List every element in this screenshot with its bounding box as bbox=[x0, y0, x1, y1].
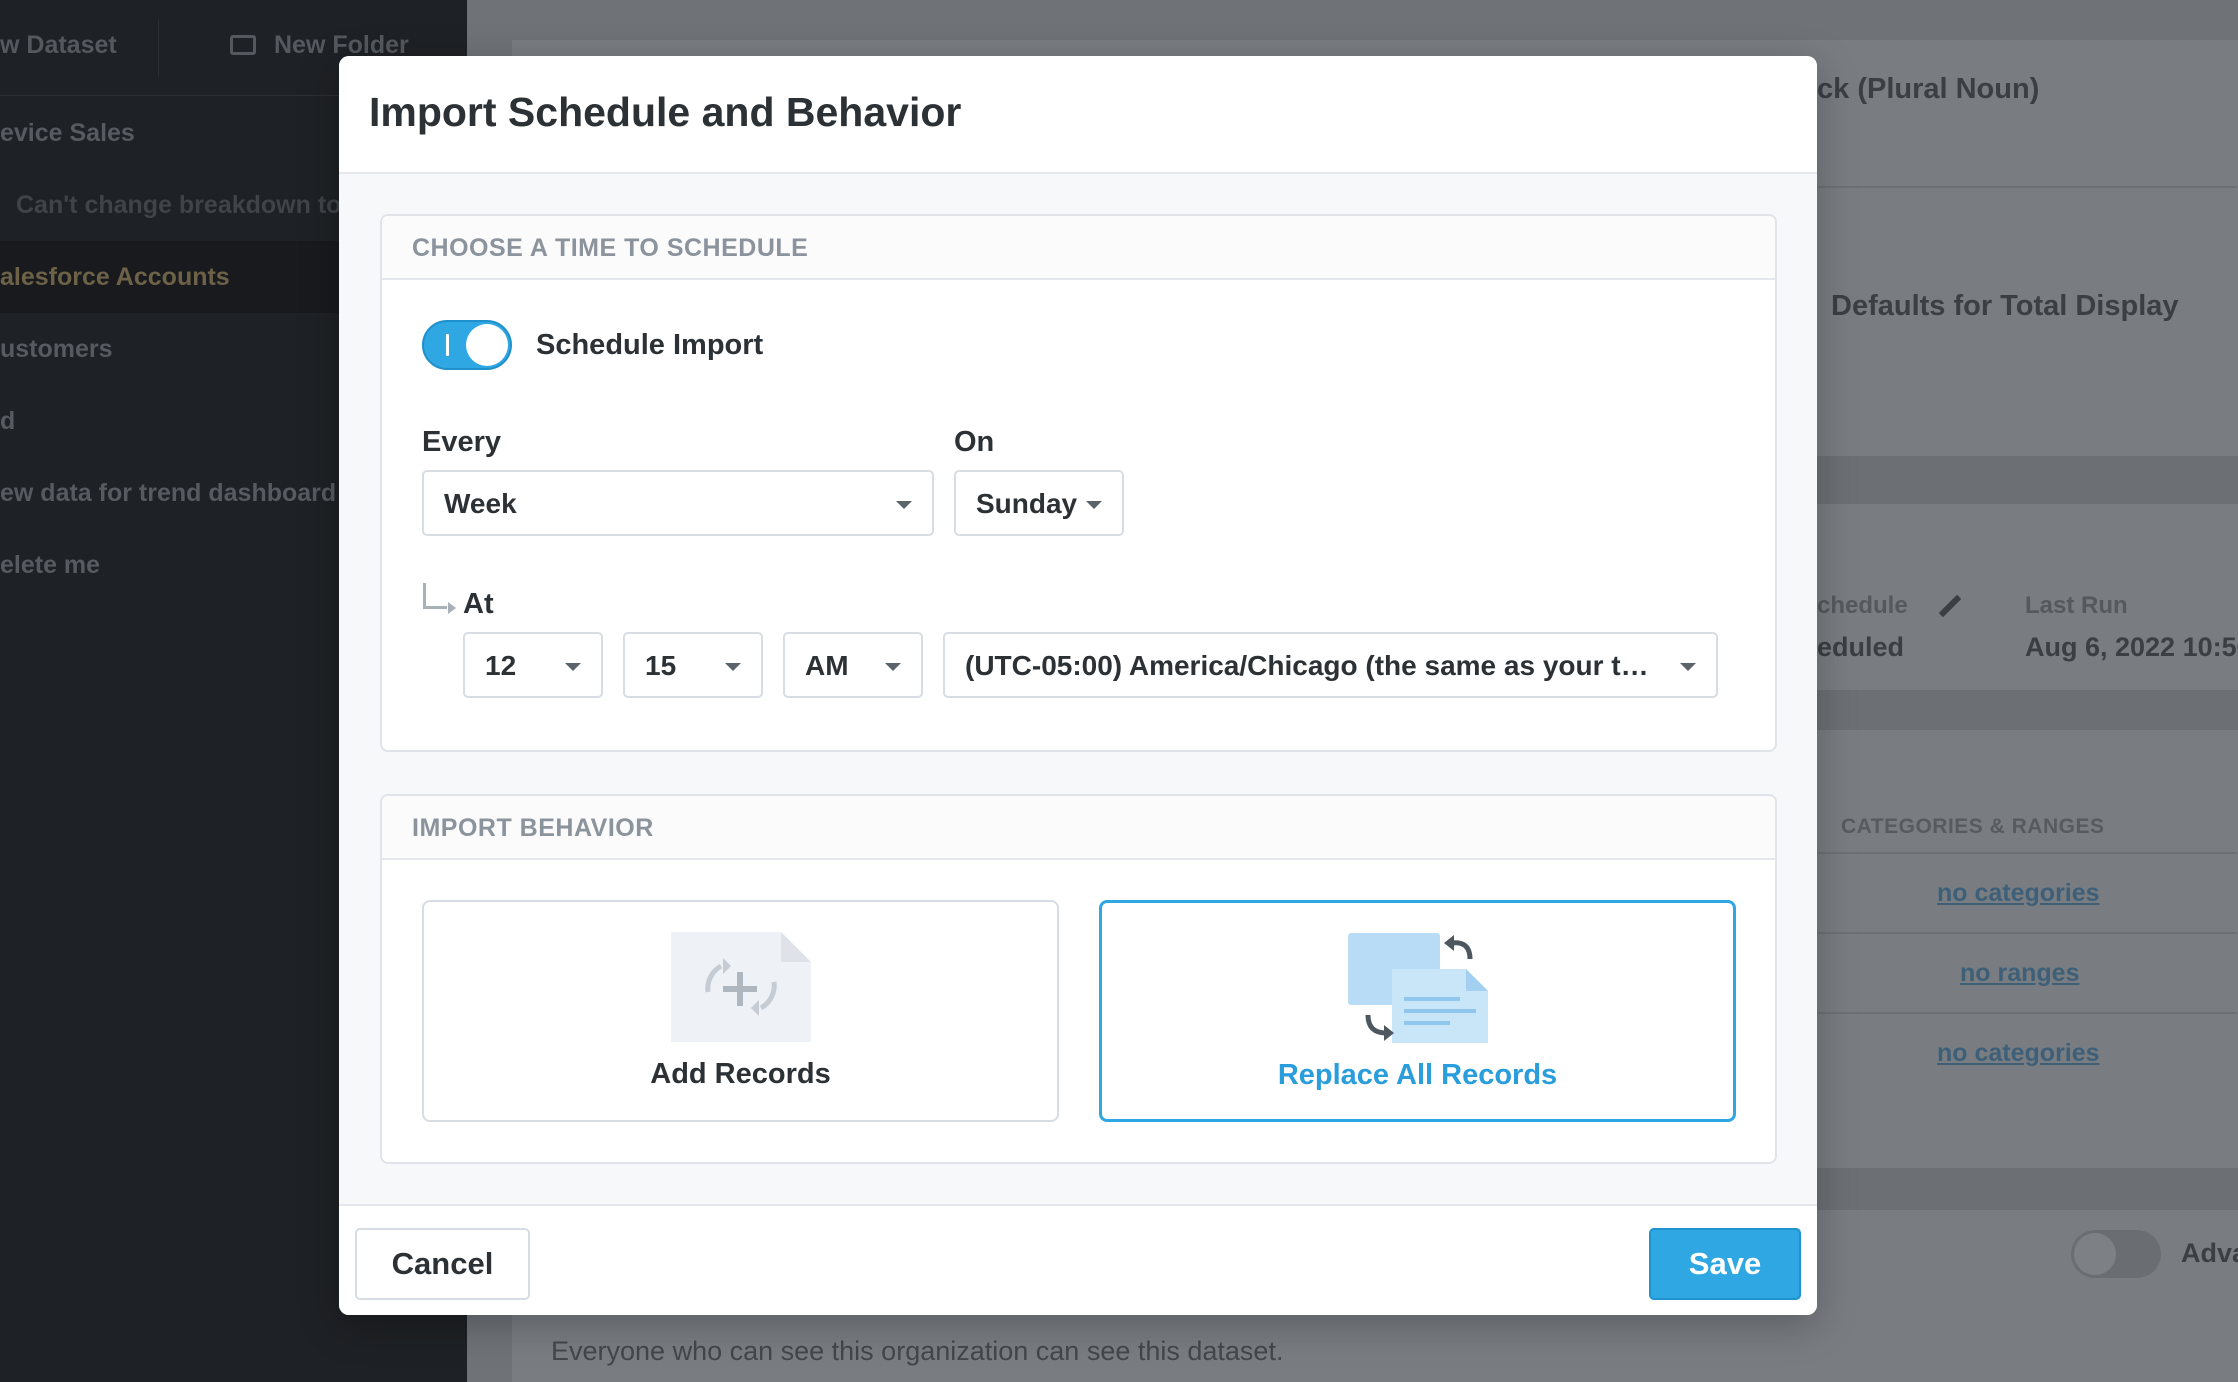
modal-header: Import Schedule and Behavior bbox=[339, 56, 1817, 174]
section-title: IMPORT BEHAVIOR bbox=[412, 814, 654, 842]
ampm-select[interactable]: AM bbox=[783, 632, 923, 698]
day-value: Sunday bbox=[976, 488, 1078, 519]
advanced-toggle[interactable] bbox=[2071, 1230, 2161, 1278]
timezone-select[interactable]: (UTC-05:00) America/Chicago (the same as… bbox=[943, 632, 1718, 698]
chevron-down-icon bbox=[896, 501, 912, 509]
folder-icon bbox=[230, 35, 256, 55]
every-select[interactable]: Week bbox=[422, 470, 934, 536]
section-header: CHOOSE A TIME TO SCHEDULE bbox=[382, 216, 1775, 280]
add-records-label: Add Records bbox=[650, 1058, 831, 1090]
schedule-import-toggle[interactable] bbox=[422, 320, 512, 370]
chevron-down-icon bbox=[565, 663, 581, 671]
modal-title: Import Schedule and Behavior bbox=[369, 89, 962, 135]
last-run-label: Last Run bbox=[2025, 592, 2128, 619]
replace-all-records-label: Replace All Records bbox=[1277, 1059, 1558, 1091]
section-title: CHOOSE A TIME TO SCHEDULE bbox=[412, 234, 809, 262]
save-button[interactable]: Save bbox=[1649, 1228, 1801, 1300]
advanced-label: Adva bbox=[2181, 1238, 2238, 1268]
divider bbox=[1817, 1012, 2237, 1014]
hour-select[interactable]: 12 bbox=[463, 632, 603, 698]
at-label: At bbox=[463, 588, 494, 620]
chevron-down-icon bbox=[1680, 663, 1696, 671]
chevron-down-icon bbox=[885, 663, 901, 671]
minute-value: 15 bbox=[645, 650, 677, 681]
schedule-value: eduled bbox=[1817, 632, 1905, 662]
divider bbox=[1817, 852, 2237, 854]
new-dataset-button[interactable]: w Dataset bbox=[0, 31, 117, 60]
hour-value: 12 bbox=[485, 650, 517, 681]
on-label: On bbox=[954, 426, 995, 458]
day-select[interactable]: Sunday bbox=[954, 470, 1124, 536]
section-header: IMPORT BEHAVIOR bbox=[382, 796, 1775, 860]
corner-down-right-icon bbox=[423, 583, 456, 614]
timezone-value: (UTC-05:00) America/Chicago (the same as… bbox=[965, 650, 1655, 681]
toggle-knob bbox=[466, 324, 508, 366]
schedule-import-label: Schedule Import bbox=[536, 329, 764, 361]
ampm-value: AM bbox=[805, 650, 849, 681]
divider bbox=[1817, 932, 2237, 934]
replace-records-icon bbox=[1347, 933, 1488, 1043]
visibility-text: Everyone who can see this organization c… bbox=[551, 1336, 1284, 1366]
divider bbox=[1817, 186, 2237, 188]
every-label: Every bbox=[422, 426, 502, 458]
chevron-down-icon bbox=[1086, 501, 1102, 509]
schedule-section: CHOOSE A TIME TO SCHEDULE Schedule Impor… bbox=[380, 214, 1777, 752]
minute-select[interactable]: 15 bbox=[623, 632, 763, 698]
add-records-option[interactable]: Add Records bbox=[422, 900, 1059, 1122]
add-records-icon bbox=[670, 932, 811, 1042]
import-behavior-section: IMPORT BEHAVIOR Add Records Replace All … bbox=[380, 794, 1777, 1164]
every-value: Week bbox=[444, 488, 517, 519]
chevron-down-icon bbox=[725, 663, 741, 671]
no-categories-link[interactable]: no categories bbox=[1937, 879, 2100, 908]
replace-all-records-option[interactable]: Replace All Records bbox=[1099, 900, 1736, 1122]
no-ranges-link[interactable]: no ranges bbox=[1960, 959, 2079, 988]
cancel-button[interactable]: Cancel bbox=[355, 1228, 530, 1300]
plural-noun-field: ck (Plural Noun) bbox=[1817, 73, 2040, 105]
categories-ranges-header: CATEGORIES & RANGES bbox=[1841, 815, 2105, 838]
toggle-on-indicator bbox=[446, 334, 449, 356]
new-folder-label: New Folder bbox=[274, 31, 409, 59]
defaults-total-display: Defaults for Total Display bbox=[1831, 290, 2179, 322]
import-schedule-modal: Import Schedule and Behavior CHOOSE A TI… bbox=[339, 56, 1817, 1315]
toolbar-divider bbox=[158, 20, 159, 76]
schedule-label: chedule bbox=[1817, 592, 1908, 619]
last-run-value: Aug 6, 2022 10:56 bbox=[2025, 632, 2238, 662]
no-categories-link[interactable]: no categories bbox=[1937, 1039, 2100, 1068]
modal-footer: Cancel Save bbox=[339, 1204, 1817, 1315]
